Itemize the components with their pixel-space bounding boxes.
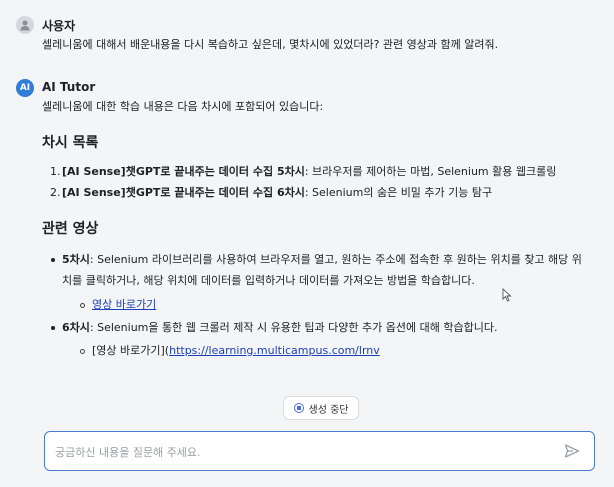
video-desc-line1: : Selenium 라이브러리를 사용하여 브라우저를 열고, 원하는 주소에… — [89, 253, 582, 266]
sub-bullet — [80, 303, 85, 308]
video-sub-item: 영상 바로가기 — [48, 296, 604, 313]
list-number: 1. — [50, 165, 61, 178]
lesson-list-item: 2. [AI Sense]챗GPT로 끝내주는 데이터 수집 6차시: Sele… — [50, 184, 610, 201]
lesson-desc: : Selenium의 숨은 비밀 추가 기능 탐구 — [304, 186, 493, 199]
video-lesson-label: 6차시 — [62, 321, 90, 334]
user-message-text: 셀레니움에 대해서 배운내용을 다시 복습하고 싶은데, 몇차시에 있었더라? … — [42, 38, 499, 51]
bullet — [51, 326, 55, 330]
video-list-item: 6차시: Selenium을 통한 웹 크롤러 제작 시 유용한 팁과 다양한 … — [48, 319, 604, 336]
lesson-title: [AI Sense]챗GPT로 끝내주는 데이터 수집 6차시 — [62, 186, 305, 199]
stop-generation-button[interactable]: 생성 중단 — [283, 396, 359, 420]
user-sender-name: 사용자 — [42, 19, 76, 33]
lesson-title: [AI Sense]챗GPT로 끝내주는 데이터 수집 5차시 — [62, 165, 305, 178]
ai-message: AI AI Tutor 셀레니움에 대한 학습 내용은 다음 차시에 포함되어 … — [16, 79, 598, 369]
video-lesson-label: 5차시 — [62, 253, 90, 266]
user-avatar-icon — [16, 16, 34, 34]
ai-tutor-avatar-icon: AI — [16, 79, 34, 97]
chat-input-box[interactable]: 궁금하신 내용을 질문해 주세요. — [44, 431, 595, 471]
video-list-item: 5차시: Selenium 라이브러리를 사용하여 브라우저를 열고, 원하는 … — [48, 249, 604, 291]
stop-generation-label: 생성 중단 — [308, 404, 349, 416]
bullet — [51, 258, 55, 262]
ai-sender-name: AI Tutor — [42, 80, 96, 94]
lesson-list: 1. [AI Sense]챗GPT로 끝내주는 데이터 수집 5차시: 브라우저… — [50, 163, 610, 201]
sub-bullet — [80, 349, 85, 354]
lesson-desc: : 브라우저를 제어하는 마법, Selenium 활용 웹크롤링 — [304, 165, 557, 178]
lesson-list-item: 1. [AI Sense]챗GPT로 끝내주는 데이터 수집 5차시: 브라우저… — [50, 163, 610, 184]
mouse-cursor-icon — [502, 288, 512, 302]
video-sub-item: [영상 바로가기](https://learning.multicampus.c… — [48, 342, 604, 359]
send-icon[interactable] — [564, 443, 580, 459]
video-link-prefix: [영상 바로가기]( — [92, 344, 170, 357]
chat-input-placeholder[interactable]: 궁금하신 내용을 질문해 주세요. — [55, 444, 201, 460]
video-desc-line2: 치를 클릭하거나, 해당 위치에 데이터를 입력하거나 데이터를 가져오는 방법… — [62, 274, 475, 287]
user-message: 사용자 셀레니움에 대해서 배운내용을 다시 복습하고 싶은데, 몇차시에 있었… — [16, 16, 598, 56]
video-link-6[interactable]: https://learning.multicampus.com/lrnv — [169, 344, 380, 357]
ai-intro-text: 셀레니움에 대한 학습 내용은 다음 차시에 포함되어 있습니다: — [42, 100, 324, 113]
stop-icon — [293, 403, 304, 413]
video-desc-line1: : Selenium을 통한 웹 크롤러 제작 시 유용한 팁과 다양한 추가 … — [89, 321, 498, 334]
video-list: 5차시: Selenium 라이브러리를 사용하여 브라우저를 열고, 원하는 … — [48, 249, 604, 359]
section-title-lesson-list: 차시 목록 — [42, 135, 99, 151]
section-title-videos: 관련 영상 — [42, 221, 99, 237]
video-link-5[interactable]: 영상 바로가기 — [92, 298, 156, 311]
list-number: 2. — [50, 186, 61, 199]
